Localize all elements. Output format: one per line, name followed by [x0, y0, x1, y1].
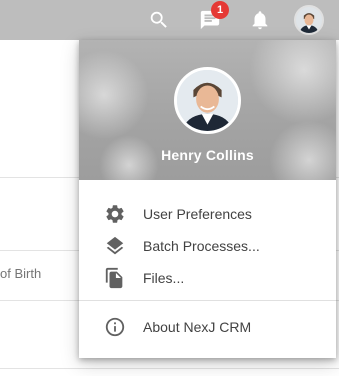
- column-header: of Birth: [0, 266, 42, 281]
- user-name: Henry Collins: [161, 147, 254, 163]
- top-app-bar: 1: [0, 0, 339, 40]
- menu-item-about[interactable]: About NexJ CRM: [79, 312, 336, 342]
- search-icon[interactable]: [146, 7, 172, 33]
- user-menu: Henry Collins User Preferences Batch Pro…: [79, 40, 336, 358]
- menu-item-user-preferences[interactable]: User Preferences: [79, 199, 336, 229]
- gear-icon: [103, 202, 127, 226]
- profile-header: Henry Collins: [79, 40, 336, 180]
- bokeh-light: [249, 40, 336, 125]
- chat-icon[interactable]: 1: [197, 1, 229, 33]
- profile-photo: [174, 67, 241, 134]
- menu-item-label: Files...: [143, 270, 185, 286]
- menu-item-label: User Preferences: [143, 206, 252, 222]
- notification-badge: 1: [211, 1, 229, 19]
- avatar[interactable]: [294, 5, 324, 35]
- menu-item-label: About NexJ CRM: [143, 319, 252, 335]
- info-icon: [103, 315, 127, 339]
- layers-icon: [103, 234, 127, 258]
- divider: [0, 368, 339, 369]
- bell-icon[interactable]: [247, 7, 273, 33]
- file-icon: [103, 266, 127, 290]
- bokeh-light: [79, 50, 149, 140]
- menu-item-files[interactable]: Files...: [79, 263, 336, 293]
- menu-item-batch-processes[interactable]: Batch Processes...: [79, 231, 336, 261]
- menu-item-label: Batch Processes...: [143, 238, 260, 254]
- menu-divider: [79, 300, 336, 301]
